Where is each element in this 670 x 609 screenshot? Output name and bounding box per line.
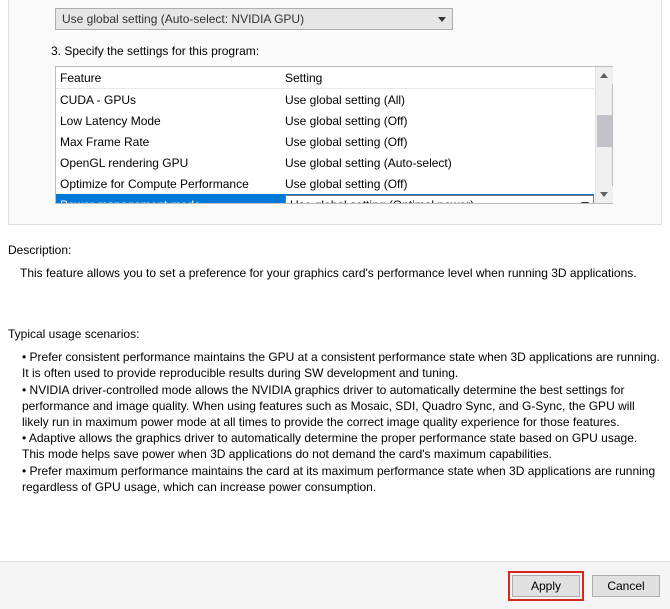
scenario-item: • Prefer maximum performance maintains t… xyxy=(22,463,662,495)
description-section: Description: This feature allows you to … xyxy=(0,225,670,281)
row-feature: CUDA - GPUs xyxy=(60,93,285,107)
scenarios-title: Typical usage scenarios: xyxy=(8,327,662,341)
setting-value-dropdown[interactable]: Use global setting (Optimal power) xyxy=(285,195,594,203)
settings-panel: Use global setting (Auto-select: NVIDIA … xyxy=(8,0,662,225)
vertical-scrollbar[interactable] xyxy=(595,67,612,203)
scroll-thumb[interactable] xyxy=(597,115,612,147)
apply-button[interactable]: Apply xyxy=(512,575,580,597)
scenario-item: • Adaptive allows the graphics driver to… xyxy=(22,430,662,462)
settings-table-scroll: Feature Setting CUDA - GPUs Use global s… xyxy=(56,67,612,203)
program-dropdown[interactable]: Use global setting (Auto-select: NVIDIA … xyxy=(55,8,453,30)
preferred-graphics-processor-select: Use global setting (Auto-select: NVIDIA … xyxy=(55,8,633,30)
row-setting: Use global setting (Off) xyxy=(285,114,594,128)
table-row[interactable]: Low Latency Mode Use global setting (Off… xyxy=(56,110,594,131)
chevron-down-icon xyxy=(600,192,608,197)
cancel-button[interactable]: Cancel xyxy=(592,575,660,597)
row-feature: Optimize for Compute Performance xyxy=(60,177,285,191)
description-title: Description: xyxy=(8,243,662,257)
row-setting: Use global setting (Auto-select) xyxy=(285,156,594,170)
program-dropdown-value: Use global setting (Auto-select: NVIDIA … xyxy=(62,12,304,26)
row-feature: OpenGL rendering GPU xyxy=(60,156,285,170)
chevron-up-icon xyxy=(600,73,608,78)
table-row[interactable]: Optimize for Compute Performance Use glo… xyxy=(56,173,594,194)
step3-label: 3. Specify the settings for this program… xyxy=(51,44,633,58)
scenario-item: • NVIDIA driver-controlled mode allows t… xyxy=(22,382,662,431)
scenario-text: Adaptive allows the graphics driver to a… xyxy=(22,431,637,461)
row-setting: Use global setting (All) xyxy=(285,93,594,107)
table-row[interactable]: Max Frame Rate Use global setting (Off) xyxy=(56,131,594,152)
row-feature: Max Frame Rate xyxy=(60,135,285,149)
row-feature: Power management mode xyxy=(60,198,285,204)
row-setting: Use global setting (Off) xyxy=(285,177,594,191)
setting-value-text: Use global setting (Optimal power) xyxy=(290,198,474,204)
scroll-up-button[interactable] xyxy=(596,67,613,84)
chevron-down-icon xyxy=(438,17,446,22)
settings-table: Feature Setting CUDA - GPUs Use global s… xyxy=(55,66,613,204)
scenarios-list: • Prefer consistent performance maintain… xyxy=(22,349,662,495)
row-feature: Low Latency Mode xyxy=(60,114,285,128)
table-row[interactable]: OpenGL rendering GPU Use global setting … xyxy=(56,152,594,173)
apply-button-highlight: Apply xyxy=(508,571,584,601)
header-feature: Feature xyxy=(60,71,285,85)
scenario-text: NVIDIA driver-controlled mode allows the… xyxy=(22,383,635,429)
description-body: This feature allows you to set a prefere… xyxy=(20,265,662,281)
table-header: Feature Setting xyxy=(56,67,594,89)
scroll-track[interactable] xyxy=(596,84,612,186)
scenarios-section: Typical usage scenarios: • Prefer consis… xyxy=(0,281,670,495)
dialog-button-bar: Apply Cancel xyxy=(0,561,670,609)
row-setting: Use global setting (Off) xyxy=(285,135,594,149)
scroll-down-button[interactable] xyxy=(596,186,613,203)
table-row[interactable]: CUDA - GPUs Use global setting (All) xyxy=(56,89,594,110)
chevron-down-icon xyxy=(581,202,589,203)
row-setting-dropdown-cell: Use global setting (Optimal power) xyxy=(285,195,594,203)
scenario-item: • Prefer consistent performance maintain… xyxy=(22,349,662,381)
table-row-selected[interactable]: Power management mode Use global setting… xyxy=(56,194,594,203)
scenario-text: Prefer consistent performance maintains … xyxy=(22,350,660,380)
header-setting: Setting xyxy=(285,71,594,85)
scenario-text: Prefer maximum performance maintains the… xyxy=(22,464,655,494)
